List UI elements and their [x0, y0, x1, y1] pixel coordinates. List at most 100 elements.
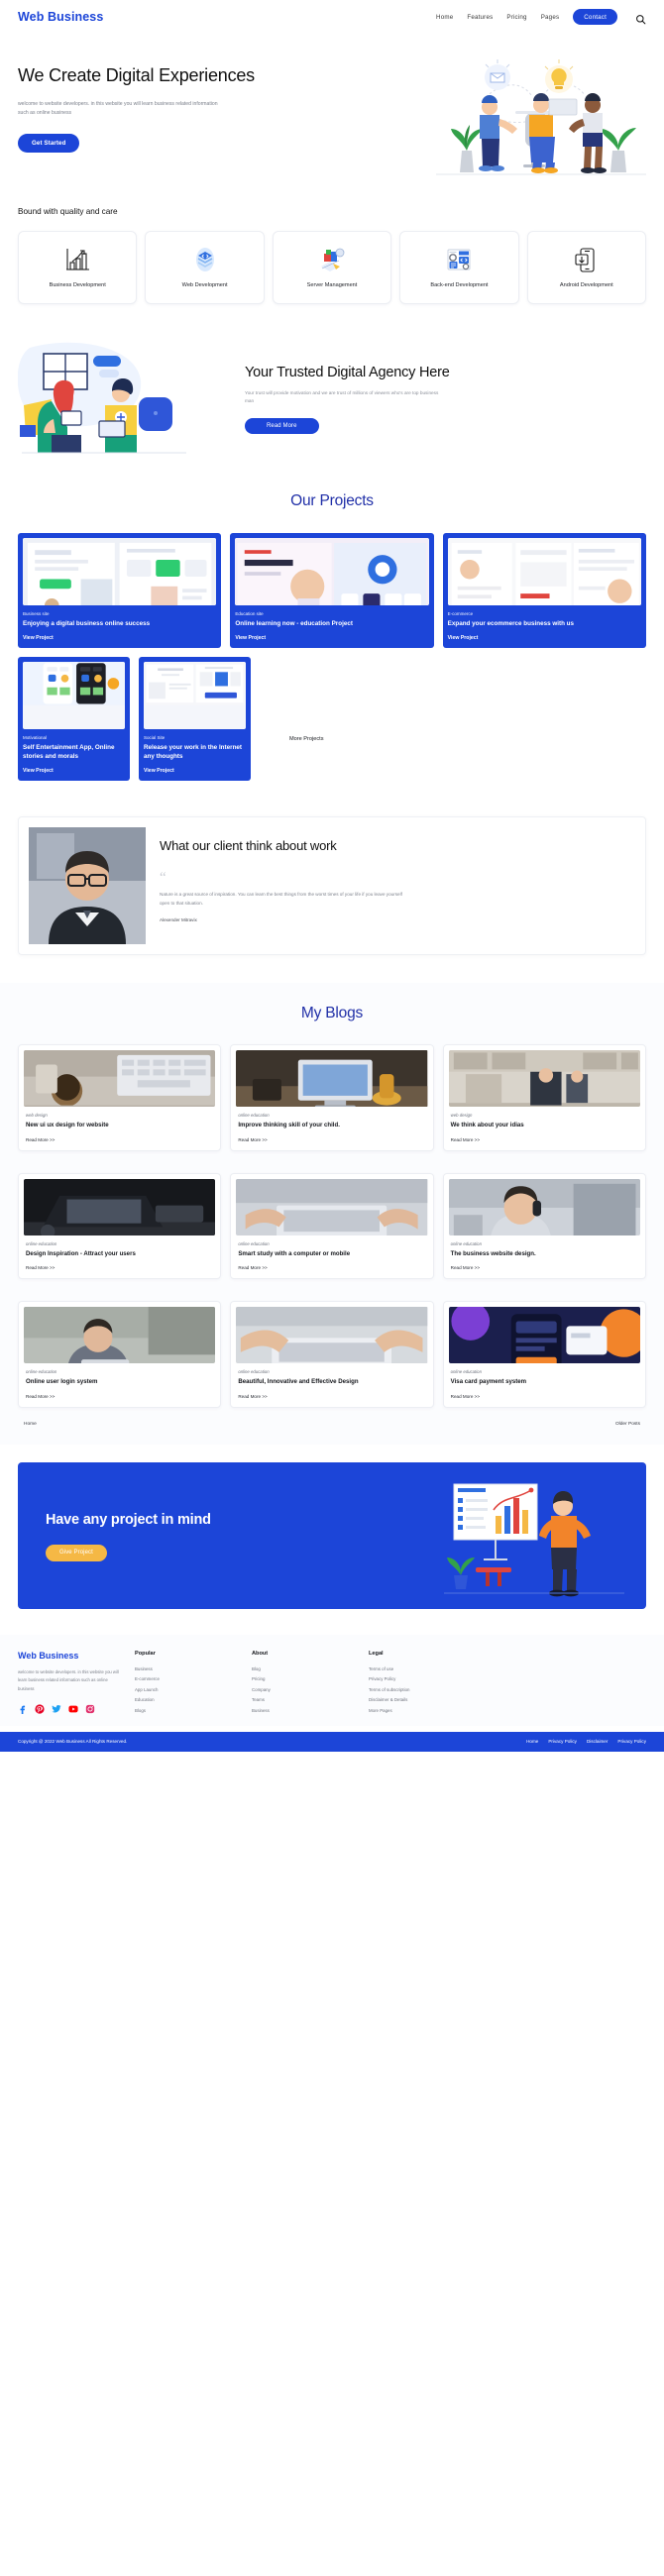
copyright-link-home[interactable]: Home: [526, 1739, 538, 1744]
footer-link[interactable]: Terms of subscription: [369, 1685, 486, 1695]
blogs-section: My Blogs web design New ui ux design for…: [0, 983, 664, 1446]
services-section: Bound with quality and care Business Dev…: [0, 206, 664, 304]
footer-link[interactable]: Terms of use: [369, 1664, 486, 1674]
service-card-business-development[interactable]: Business Development: [18, 230, 138, 304]
read-more-link[interactable]: Read More >>: [24, 1394, 215, 1399]
service-label: Back-end Development: [430, 281, 489, 288]
footer-link[interactable]: E-commerce: [135, 1674, 252, 1684]
contact-button[interactable]: Contact: [573, 9, 617, 25]
blog-thumbnail: [448, 1050, 640, 1108]
copyright-links: Home Privacy Policy Disclaimer Privacy P…: [526, 1739, 646, 1744]
projects-section: Our Projects Business site Enjoying a di…: [0, 492, 664, 782]
pagination-older-posts-link[interactable]: Older Posts: [615, 1422, 640, 1427]
nav-item-home[interactable]: Home: [436, 14, 453, 21]
blog-title: New ui ux design for website: [26, 1122, 109, 1129]
copyright-link-privacy-policy-2[interactable]: Privacy Policy: [617, 1739, 646, 1744]
project-tag: E-commerce: [447, 610, 474, 616]
client-photo: [29, 827, 146, 945]
cta-illustration: [440, 1476, 628, 1597]
footer-link[interactable]: More Pages: [369, 1706, 486, 1716]
footer-link[interactable]: Blog: [252, 1664, 369, 1674]
footer-link[interactable]: Pricing: [252, 1674, 369, 1684]
read-more-link[interactable]: Read More >>: [449, 1137, 640, 1142]
footer-link[interactable]: Disclaimer & Details: [369, 1695, 486, 1705]
read-more-link[interactable]: Read More >>: [236, 1394, 427, 1399]
blog-tag: online education: [450, 1369, 482, 1375]
read-more-link[interactable]: Read More >>: [24, 1265, 215, 1270]
more-projects-link[interactable]: More Projects: [289, 736, 324, 742]
footer-link[interactable]: Business: [135, 1664, 252, 1674]
footer-link[interactable]: Blogs: [135, 1706, 252, 1716]
read-more-link[interactable]: Read More >>: [236, 1265, 427, 1270]
read-more-link[interactable]: Read More >>: [236, 1137, 427, 1142]
cta-title: Have any project in mind: [46, 1512, 211, 1529]
pagination-home-link[interactable]: Home: [24, 1422, 37, 1427]
blog-card[interactable]: online education Beautiful, Innovative a…: [230, 1301, 434, 1409]
view-project-link[interactable]: View Project: [448, 635, 641, 641]
read-more-link[interactable]: Read More >>: [449, 1265, 640, 1270]
blog-card[interactable]: online education Online user login syste…: [18, 1301, 222, 1409]
blog-title: Beautiful, Innovative and Effective Desi…: [238, 1378, 359, 1386]
copyright-link-privacy-policy[interactable]: Privacy Policy: [548, 1739, 577, 1744]
nav-item-pricing[interactable]: Pricing: [506, 14, 526, 21]
view-project-link[interactable]: View Project: [23, 768, 125, 774]
footer-link[interactable]: App Launch: [135, 1685, 252, 1695]
facebook-icon[interactable]: [18, 1704, 28, 1714]
blog-card[interactable]: web design New ui ux design for website …: [18, 1044, 222, 1151]
blog-card[interactable]: web design We think about your idias Rea…: [442, 1044, 646, 1151]
youtube-icon[interactable]: [68, 1704, 78, 1714]
project-card[interactable]: Motivational Self Entertainment App, Onl…: [18, 657, 130, 782]
project-card[interactable]: Social Site Release your work in the Int…: [139, 657, 251, 782]
blog-thumbnail: [24, 1178, 216, 1235]
service-card-web-development[interactable]: Web Development: [145, 230, 265, 304]
copyright-text: Copyright @ 2022 Web Business All Rights…: [18, 1739, 128, 1745]
nav-item-features[interactable]: Features: [467, 14, 493, 21]
blog-card[interactable]: online education Design Inspiration - At…: [18, 1172, 222, 1280]
footer-brand[interactable]: Web Business: [18, 1651, 135, 1661]
footer-link[interactable]: Business: [252, 1706, 369, 1716]
cta-banner: Have any project in mind Give Project: [18, 1462, 646, 1610]
twitter-icon[interactable]: [52, 1704, 61, 1714]
copyright-link-disclaimer[interactable]: Disclaimer: [587, 1739, 608, 1744]
server-boxes-icon: [317, 245, 347, 274]
trusted-illustration: [17, 340, 231, 457]
blog-tag: online education: [238, 1240, 270, 1246]
footer-link[interactable]: Company: [252, 1685, 369, 1695]
view-project-link[interactable]: View Project: [23, 635, 216, 641]
copyright-bar: Copyright @ 2022 Web Business All Rights…: [0, 1731, 664, 1752]
blog-card[interactable]: online education Visa card payment syste…: [442, 1301, 646, 1409]
blog-title: The business website design.: [450, 1249, 536, 1257]
brand-logo[interactable]: Web Business: [18, 10, 103, 24]
footer-brand-column: Web Business welcome to website develope…: [18, 1651, 135, 1716]
blog-tag: web design: [26, 1113, 48, 1119]
footer-link[interactable]: Teams: [252, 1695, 369, 1705]
blog-card[interactable]: online education The business website de…: [442, 1172, 646, 1280]
footer-link[interactable]: Privacy Policy: [369, 1674, 486, 1684]
nav-item-pages[interactable]: Pages: [541, 14, 560, 21]
search-icon[interactable]: [635, 12, 646, 24]
blog-row-3: online education Online user login syste…: [18, 1301, 646, 1409]
project-card[interactable]: Education site Online learning now - edu…: [230, 532, 434, 649]
read-more-button[interactable]: Read More: [245, 417, 319, 434]
bar-chart-growth-icon: [62, 245, 92, 274]
project-tag: Education site: [235, 610, 264, 616]
service-card-android-development[interactable]: Android Development: [526, 230, 647, 304]
testimonial-section: What our client think about work “ Natur…: [18, 816, 646, 956]
footer-link[interactable]: Education: [135, 1695, 252, 1705]
page-title: We Create Digital Experiences: [18, 65, 255, 85]
get-started-button[interactable]: Get Started: [18, 134, 80, 154]
service-card-backend-development[interactable]: Back-end Development: [399, 230, 519, 304]
blog-card[interactable]: online education Smart study with a comp…: [230, 1172, 434, 1280]
read-more-link[interactable]: Read More >>: [449, 1394, 640, 1399]
read-more-link[interactable]: Read More >>: [24, 1137, 215, 1142]
blog-tag: online education: [238, 1369, 270, 1375]
view-project-link[interactable]: View Project: [235, 635, 428, 641]
project-card[interactable]: E-commerce Expand your ecommerce busines…: [442, 532, 646, 649]
project-card[interactable]: Business site Enjoying a digital busines…: [18, 532, 222, 649]
instagram-icon[interactable]: [85, 1704, 95, 1714]
service-card-server-management[interactable]: Server Management: [272, 230, 392, 304]
pinterest-icon[interactable]: [35, 1704, 45, 1714]
give-project-button[interactable]: Give Project: [46, 1544, 107, 1561]
view-project-link[interactable]: View Project: [144, 768, 246, 774]
blog-card[interactable]: online education Improve thinking skill …: [230, 1044, 434, 1151]
